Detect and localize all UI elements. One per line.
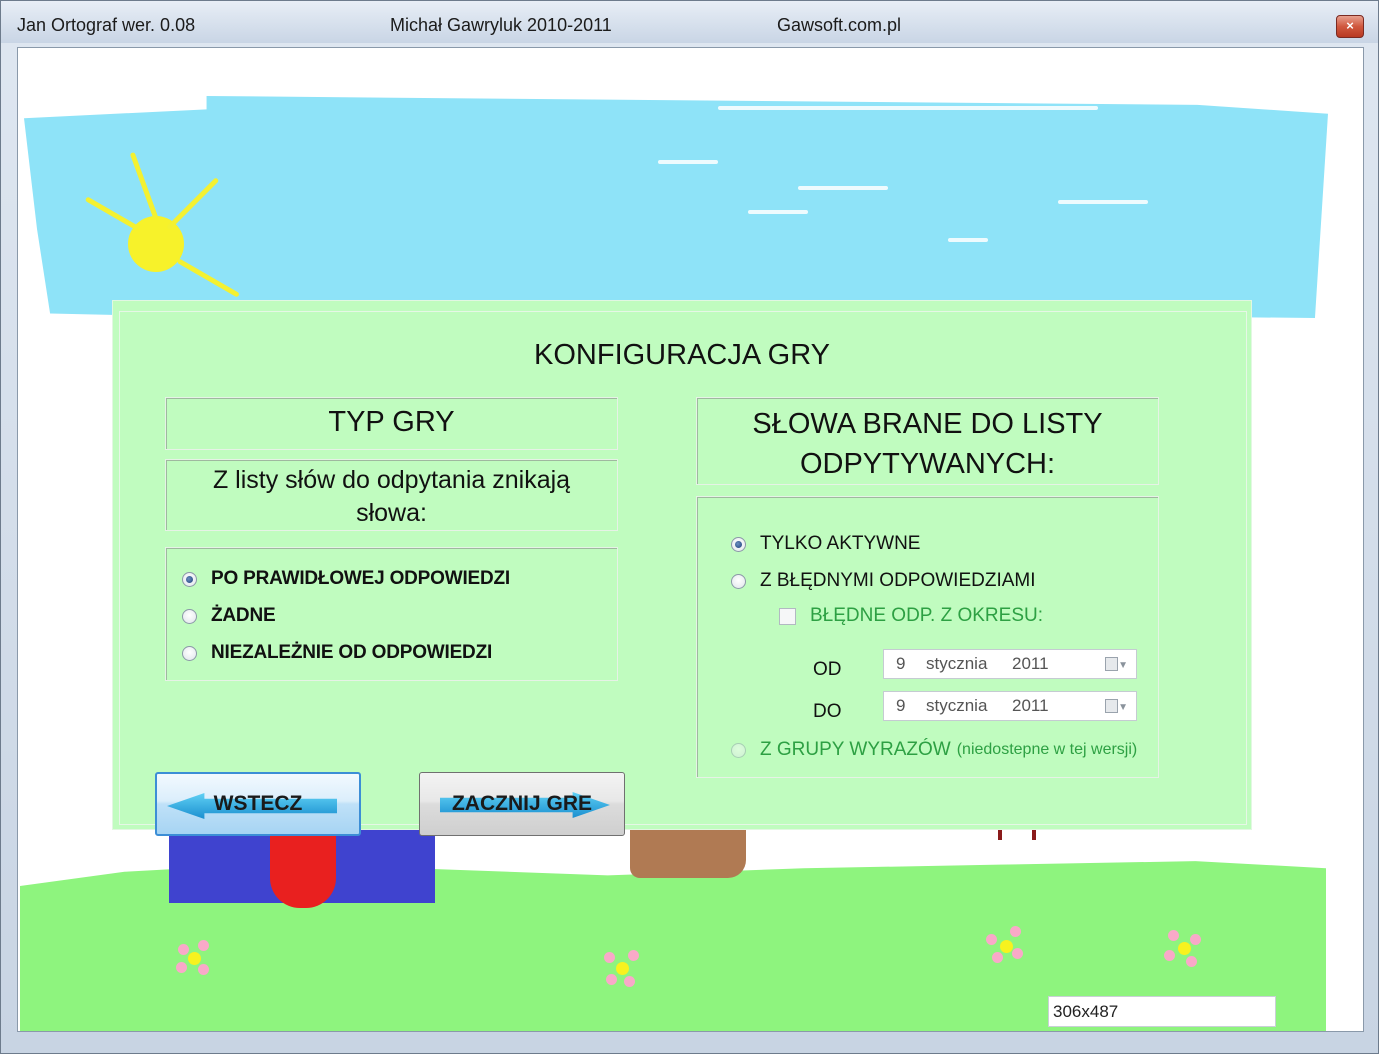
game-type-subtitle: Z listy słów do odpytania znikają słowa:: [212, 466, 571, 527]
sky-streak: [718, 106, 1098, 110]
to-label: DO: [813, 701, 842, 722]
radio-after-correct[interactable]: [182, 571, 197, 587]
option-after-correct[interactable]: PO PRAWIDŁOWEJ ODPOWIEDZI: [182, 568, 510, 590]
to-date-picker[interactable]: 9 stycznia 2011 ▼: [883, 691, 1137, 721]
game-type-header: TYP GRY: [165, 397, 618, 450]
radio-none[interactable]: [182, 608, 197, 624]
option-label: Z GRUPY WYRAZÓW: [760, 739, 951, 760]
option-note: (niedostepne w tej wersji): [956, 741, 1138, 758]
from-day: 9: [896, 654, 906, 673]
panel-title: KONFIGURACJA GRY: [534, 339, 830, 371]
chevron-down-icon: ▼: [1118, 702, 1128, 713]
option-label: TYLKO AKTYWNE: [760, 533, 921, 554]
radio-word-group[interactable]: [731, 742, 746, 758]
words-title-line2: ODPYTYWANYCH:: [799, 448, 1056, 480]
radio-regardless[interactable]: [182, 645, 197, 661]
option-none[interactable]: ŻADNE: [182, 605, 276, 627]
from-year: 2011: [1012, 654, 1049, 673]
title-bar[interactable]: Jan Ortograf wer. 0.08 Michał Gawryluk 2…: [1, 1, 1378, 43]
checkbox-wrong-period[interactable]: [779, 607, 796, 625]
app-window: Jan Ortograf wer. 0.08 Michał Gawryluk 2…: [0, 0, 1379, 1054]
option-regardless[interactable]: NIEZALEŻNIE OD ODPOWIEDZI: [182, 642, 492, 664]
option-label: ŻADNE: [211, 605, 276, 626]
close-icon: ×: [1346, 18, 1354, 33]
from-label: OD: [813, 659, 842, 680]
to-month: stycznia: [926, 696, 988, 715]
option-word-group[interactable]: Z GRUPY WYRAZÓW (niedostepne w tej wersj…: [731, 739, 1137, 761]
back-button-label: WSTECZ: [213, 792, 303, 815]
option-with-wrong[interactable]: Z BŁĘDNYMI ODPOWIEDZIAMI: [731, 570, 1036, 592]
game-type-title: TYP GRY: [328, 406, 455, 438]
config-panel: KONFIGURACJA GRY TYP GRY Z listy słów do…: [112, 300, 1252, 836]
option-label: NIEZALEŻNIE OD ODPOWIEDZI: [211, 642, 493, 663]
words-options-group: TYLKO AKTYWNE Z BŁĘDNYMI ODPOWIEDZIAMI B…: [696, 496, 1159, 778]
sky-streak: [658, 160, 718, 164]
chevron-down-icon: ▼: [1118, 660, 1128, 671]
from-date-picker[interactable]: 9 stycznia 2011 ▼: [883, 649, 1137, 679]
app-title: Jan Ortograf wer. 0.08: [17, 15, 196, 35]
flower-drawing: [602, 948, 642, 988]
option-only-active[interactable]: TYLKO AKTYWNE: [731, 533, 920, 555]
sky-streak: [748, 210, 808, 214]
close-button[interactable]: ×: [1336, 15, 1364, 38]
to-year: 2011: [1012, 696, 1049, 715]
option-label: Z BŁĘDNYMI ODPOWIEDZIAMI: [760, 570, 1036, 591]
radio-only-active[interactable]: [731, 536, 746, 552]
back-button[interactable]: WSTECZ: [155, 772, 361, 836]
sky-streak: [798, 186, 888, 190]
size-text: 306x487: [1053, 1002, 1119, 1021]
game-type-subtitle-box: Z listy słów do odpytania znikają słowa:: [165, 459, 618, 531]
start-button-label: ZACZNIJ GRE: [451, 792, 592, 815]
game-type-options-group: PO PRAWIDŁOWEJ ODPOWIEDZI ŻADNE NIEZALEŻ…: [165, 547, 618, 681]
radio-with-wrong[interactable]: [731, 573, 746, 589]
calendar-icon[interactable]: [1105, 657, 1118, 671]
words-header: SŁOWA BRANE DO LISTY ODPYTYWANYCH:: [696, 397, 1159, 485]
flower-drawing: [1164, 928, 1204, 968]
flower-drawing: [174, 938, 214, 978]
option-label: PO PRAWIDŁOWEJ ODPOWIEDZI: [211, 568, 511, 589]
to-day: 9: [896, 696, 906, 715]
calendar-icon[interactable]: [1105, 699, 1118, 713]
game-canvas: KONFIGURACJA GRY TYP GRY Z listy słów do…: [17, 47, 1364, 1032]
flower-drawing: [986, 926, 1026, 966]
start-game-button[interactable]: ZACZNIJ GRE: [419, 772, 625, 836]
option-wrong-period[interactable]: BŁĘDNE ODP. Z OKRESU:: [779, 605, 1043, 627]
sky-streak: [948, 238, 988, 242]
sky-streak: [1058, 200, 1148, 204]
words-title-line1: SŁOWA BRANE DO LISTY: [752, 408, 1103, 440]
author-text: Michał Gawryluk 2010-2011: [390, 15, 612, 35]
from-month: stycznia: [926, 654, 988, 673]
option-label: BŁĘDNE ODP. Z OKRESU:: [810, 605, 1043, 626]
website-text: Gawsoft.com.pl: [777, 15, 902, 35]
size-indicator: 306x487: [1048, 996, 1276, 1027]
